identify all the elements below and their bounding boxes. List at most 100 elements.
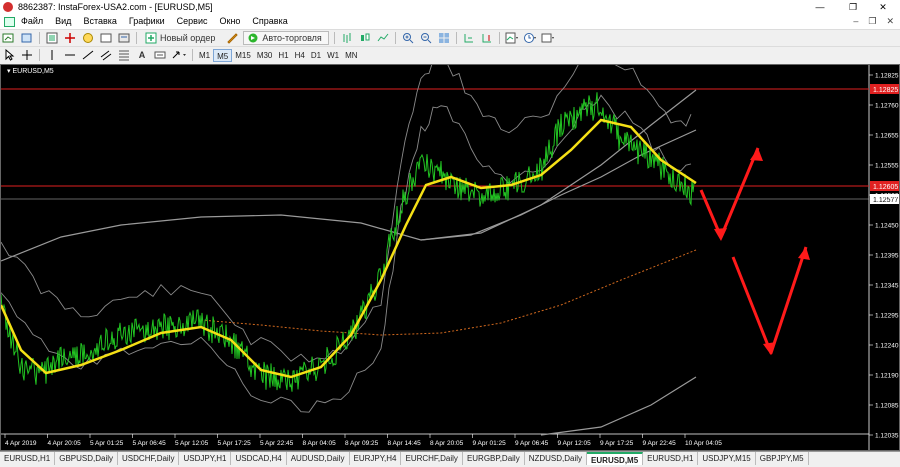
cursor-icon[interactable] (2, 48, 16, 62)
menu-window[interactable]: Окно (214, 14, 247, 29)
menu-help[interactable]: Справка (246, 14, 293, 29)
channel-upper-line (1, 89, 697, 262)
navigator-icon[interactable] (81, 31, 95, 45)
timeframe-w1[interactable]: W1 (324, 49, 342, 62)
time-tick-label: 9 Apr 17:25 (600, 440, 634, 447)
templates-icon[interactable] (541, 31, 555, 45)
tab-gbpjpy-m5[interactable]: GBPJPY,M5 (756, 452, 809, 465)
price-tick-label: 1.12240 (875, 343, 899, 350)
market-watch-icon[interactable] (45, 31, 59, 45)
minimize-button[interactable]: — (805, 0, 835, 14)
price-tick-label: 1.12655 (875, 133, 899, 140)
time-tick-label: 8 Apr 14:45 (388, 440, 422, 447)
price-tick-label: 1.12085 (875, 403, 899, 410)
timeframe-m30[interactable]: M30 (254, 49, 276, 62)
menu-view[interactable]: Вид (49, 14, 77, 29)
price-chart[interactable]: 1.12825 1.12605 1.12577 1.12825 1.12760 1.… (0, 64, 900, 451)
tab-usdjpy-h1[interactable]: USDJPY,H1 (179, 452, 232, 465)
window-title: 8862387: InstaForex-USA2.com - [EURUSD,M… (18, 2, 213, 12)
price-tick-label: 1.12295 (875, 313, 899, 320)
time-tick-label: 4 Apr 20:05 (48, 440, 82, 447)
crosshair-icon[interactable] (20, 48, 34, 62)
chart-shift-icon[interactable] (480, 31, 494, 45)
timeframe-m1[interactable]: M1 (196, 49, 213, 62)
resistance-price-label: 1.12825 (873, 87, 898, 94)
tab-audusd-daily[interactable]: AUDUSD,Daily (287, 452, 350, 465)
tab-eurgbp-daily[interactable]: EURGBP,Daily (463, 452, 525, 465)
time-tick-label: 5 Apr 17:25 (218, 440, 252, 447)
tab-usdjpy-m15[interactable]: USDJPY,M15 (698, 452, 756, 465)
text-tool-icon[interactable]: A (135, 48, 149, 62)
zoom-in-icon[interactable] (401, 31, 415, 45)
menu-insert[interactable]: Вставка (77, 14, 122, 29)
tab-eurusd-h1-2[interactable]: EURUSD,H1 (643, 452, 699, 465)
timeframe-mn[interactable]: MN (342, 49, 360, 62)
trendline-icon[interactable] (81, 48, 95, 62)
metaeditor-icon[interactable] (225, 31, 239, 45)
vertical-line-icon[interactable] (45, 48, 59, 62)
menu-charts[interactable]: Графики (123, 14, 171, 29)
chart-symbol-label: ▾ EURUSD,M5 (7, 68, 54, 75)
app-logo-icon (3, 2, 13, 12)
strategy-tester-icon[interactable] (117, 31, 131, 45)
tab-nzdusd-daily[interactable]: NZDUSD,Daily (525, 452, 588, 465)
auto-scroll-icon[interactable] (462, 31, 476, 45)
close-button[interactable]: ✕ (868, 0, 898, 14)
time-tick-label: 5 Apr 12:05 (175, 440, 209, 447)
chart-symbol-text: EURUSD,M5 (12, 68, 54, 75)
tab-usdcad-h4[interactable]: USDCAD,H4 (231, 452, 287, 465)
indicators-icon[interactable] (505, 31, 519, 45)
title-bar: 8862387: InstaForex-USA2.com - [EURUSD,M… (0, 0, 900, 14)
periods-icon[interactable] (523, 31, 537, 45)
channel-lower-line (540, 376, 697, 436)
price-tick-label: 1.12760 (875, 103, 899, 110)
price-line (1, 92, 696, 392)
auto-trading-label: Авто-торговля (262, 33, 322, 43)
data-window-icon[interactable] (63, 31, 77, 45)
text-label-icon[interactable] (153, 48, 167, 62)
tile-windows-icon[interactable] (437, 31, 451, 45)
time-tick-label: 9 Apr 06:45 (515, 440, 549, 447)
profiles-icon[interactable] (20, 31, 34, 45)
time-tick-label: 8 Apr 20:05 (430, 440, 464, 447)
timeframe-m15[interactable]: M15 (232, 49, 254, 62)
mdi-close-button[interactable]: ✕ (886, 14, 894, 29)
timeframe-m5[interactable]: M5 (213, 48, 233, 62)
menu-tools[interactable]: Сервис (171, 14, 214, 29)
zoom-out-icon[interactable] (419, 31, 433, 45)
terminal-icon[interactable] (99, 31, 113, 45)
menu-bar: Файл Вид Вставка Графики Сервис Окно Спр… (0, 14, 900, 29)
tab-gbpusd-daily[interactable]: GBPUSD,Daily (55, 452, 119, 465)
timeframe-h1[interactable]: H1 (275, 49, 291, 62)
fibonacci-icon[interactable] (117, 48, 131, 62)
menu-file[interactable]: Файл (15, 14, 49, 29)
dotted-ma-line (200, 249, 697, 336)
new-order-label: Новый ордер (160, 33, 216, 43)
line-chart-icon[interactable] (376, 31, 390, 45)
price-tick-label: 1.12190 (875, 373, 899, 380)
maximize-button[interactable]: ❐ (838, 0, 868, 14)
candlestick-chart-icon[interactable] (358, 31, 372, 45)
mdi-restore-button[interactable]: ❐ (868, 14, 876, 29)
tab-eurusd-h1[interactable]: EURUSD,H1 (0, 452, 56, 465)
tab-eurchf-daily[interactable]: EURCHF,Daily (401, 452, 463, 465)
mdi-minimize-button[interactable]: – (853, 14, 858, 29)
tab-usdchf-daily[interactable]: USDCHF,Daily (118, 452, 180, 465)
projection-arrow-2 (731, 246, 808, 355)
auto-trading-button[interactable]: Авто-торговля (243, 31, 329, 45)
arrows-icon[interactable] (171, 48, 187, 62)
horizontal-line-icon[interactable] (63, 48, 77, 62)
chart-canvas[interactable]: 1.12825 1.12605 1.12577 1.128251.127601.… (1, 65, 900, 451)
bar-chart-icon[interactable] (340, 31, 354, 45)
tab-eurjpy-h4[interactable]: EURJPY,H4 (350, 452, 402, 465)
new-chart-icon[interactable] (2, 31, 16, 45)
drawing-toolbar: A M1 M5 M15 M30 H1 H4 D1 W1 MN (0, 46, 900, 63)
projection-arrow-1 (699, 147, 760, 239)
tab-eurusd-m5[interactable]: EURUSD,M5 (587, 452, 644, 465)
price-tick-label: 1.12555 (875, 163, 899, 170)
timeframe-h4[interactable]: H4 (292, 49, 308, 62)
timeframe-d1[interactable]: D1 (308, 49, 324, 62)
new-order-button[interactable]: Новый ордер (142, 31, 221, 45)
channel-icon[interactable] (99, 48, 113, 62)
time-tick-label: 8 Apr 04:05 (303, 440, 337, 447)
